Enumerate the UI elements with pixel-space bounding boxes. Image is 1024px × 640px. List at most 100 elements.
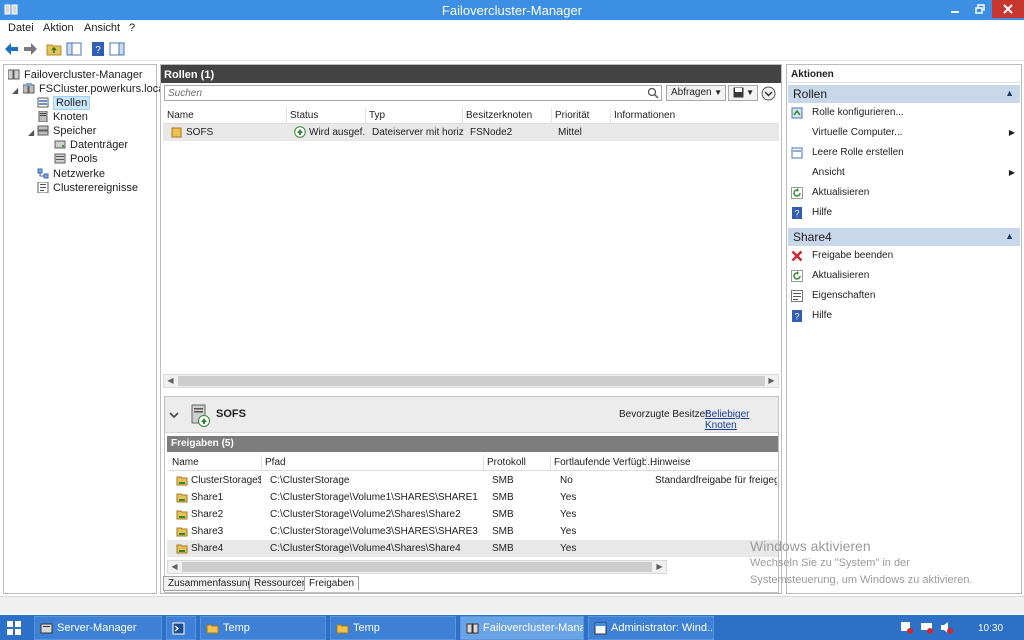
shares-horizontal-scrollbar[interactable]: ◀ ▶ <box>167 560 667 574</box>
taskbar-clock[interactable]: 10:30 <box>978 623 1003 634</box>
collapse-up-icon[interactable]: ▲ <box>1005 88 1014 98</box>
action-virtual-machines[interactable]: Virtuelle Computer... ▶ <box>791 125 1019 143</box>
action-configure-role[interactable]: Rolle konfigurieren... <box>791 105 1019 123</box>
preferred-owners-link[interactable]: Beliebiger Knoten <box>705 409 778 431</box>
tree-item-pools[interactable]: Pools <box>54 152 98 166</box>
share-column-ca[interactable]: Fortlaufende Verfügb... <box>554 457 656 468</box>
table-row[interactable]: Share3 C:\ClusterStorage\Volume3\SHARES\… <box>167 523 778 540</box>
collapse-expand-icon[interactable] <box>761 86 776 101</box>
column-name[interactable]: Name <box>167 110 194 121</box>
share-column-path[interactable]: Pfad <box>265 457 286 468</box>
column-info[interactable]: Informationen <box>614 110 675 121</box>
save-query-button[interactable]: ▼ <box>728 85 758 101</box>
action-refresh[interactable]: Aktualisieren <box>791 185 1019 203</box>
tab-resources[interactable]: Ressourcen <box>249 576 313 591</box>
scroll-left-icon[interactable]: ◀ <box>164 375 177 387</box>
tree-root[interactable]: Failovercluster-Manager <box>8 68 143 82</box>
taskbar-temp-2[interactable]: Temp <box>330 616 456 640</box>
action-help-share[interactable]: ? Hilfe <box>791 308 1019 326</box>
menu-aktion[interactable]: Aktion <box>43 22 74 34</box>
share-column-notes[interactable]: Hinweise <box>650 457 691 468</box>
actions-section-share4[interactable]: Share4 ▲ <box>788 228 1020 246</box>
tab-shares[interactable]: Freigaben <box>304 576 360 591</box>
network-tray-icon[interactable] <box>920 621 933 634</box>
share-name: Share4 <box>191 543 224 554</box>
action-stop-share[interactable]: Freigabe beenden <box>791 248 1019 266</box>
scroll-right-icon[interactable]: ▶ <box>653 561 666 573</box>
table-row[interactable]: ClusterStorage$ C:\ClusterStorage SMB No… <box>167 472 778 489</box>
table-row[interactable]: Share2 C:\ClusterStorage\Volume2\Shares\… <box>167 506 778 523</box>
table-row[interactable]: Share4 C:\ClusterStorage\Volume4\Shares\… <box>167 540 778 557</box>
taskbar-administrator-window[interactable]: Administrator: Wind... <box>588 616 714 640</box>
role-status: Wird ausgef... <box>309 127 365 138</box>
search-icon[interactable] <box>647 87 659 99</box>
scroll-right-icon[interactable]: ▶ <box>765 375 778 387</box>
expander-storage[interactable]: ◢ <box>28 128 34 137</box>
table-row[interactable]: SOFS Wird ausgef... Dateiserver mit hori… <box>163 124 779 141</box>
action-create-empty-role[interactable]: Leere Rolle erstellen <box>791 145 1019 163</box>
action-view[interactable]: Ansicht ▶ <box>791 165 1019 183</box>
action-help[interactable]: ? Hilfe <box>791 205 1019 223</box>
tree-cluster[interactable]: FSCluster.powerkurs.local <box>23 82 167 96</box>
taskbar-failover-cluster-manager[interactable]: Failovercluster-Mana... <box>460 616 584 640</box>
detail-title: SOFS <box>216 408 246 420</box>
share-protocol: SMB <box>492 509 514 520</box>
windows-start-icon[interactable] <box>6 620 22 636</box>
folder-up-icon[interactable] <box>46 41 62 57</box>
restore-button[interactable] <box>967 0 992 18</box>
title-bar: Failovercluster-Manager <box>0 0 1024 20</box>
column-priority[interactable]: Priorität <box>555 110 589 121</box>
scroll-thumb[interactable] <box>182 562 652 572</box>
file-server-role-icon <box>191 404 210 427</box>
scroll-thumb[interactable] <box>178 376 765 386</box>
action-center-warning-icon[interactable] <box>900 621 913 634</box>
refresh-icon <box>791 187 803 199</box>
column-owner[interactable]: Besitzerknoten <box>466 110 532 121</box>
collapse-up-icon[interactable]: ▲ <box>1005 231 1014 241</box>
tree-item-roles[interactable]: Rollen <box>37 96 91 110</box>
action-refresh-share[interactable]: Aktualisieren <box>791 268 1019 286</box>
taskbar-server-manager[interactable]: Server-Manager <box>34 616 162 640</box>
share-column-protocol[interactable]: Protokoll <box>487 457 526 468</box>
taskbar-powershell[interactable] <box>166 616 196 640</box>
actions-pane: Aktionen Rollen ▲ Rolle konfigurieren...… <box>786 64 1022 594</box>
properties-icon <box>791 290 803 302</box>
chevron-down-icon: ▼ <box>746 88 754 97</box>
minimize-button[interactable] <box>942 0 967 18</box>
collapse-detail-icon[interactable] <box>169 410 179 420</box>
share-ca: Yes <box>560 543 577 554</box>
back-arrow-icon[interactable] <box>4 41 20 57</box>
tree-item-networks[interactable]: Netzwerke <box>37 167 105 181</box>
query-button[interactable]: Abfragen ▼ <box>666 85 726 101</box>
tree-item-disks[interactable]: Datenträger <box>54 138 128 152</box>
column-type[interactable]: Typ <box>369 110 385 121</box>
menu-datei[interactable]: Datei <box>8 22 34 34</box>
close-button[interactable] <box>992 0 1024 18</box>
cluster-icon <box>23 83 35 94</box>
menu-help[interactable]: ? <box>129 22 135 34</box>
close-icon <box>1003 4 1013 14</box>
tree-item-events[interactable]: Clusterereignisse <box>37 181 138 195</box>
column-status[interactable]: Status <box>290 110 318 121</box>
tree-item-storage[interactable]: Speicher <box>37 124 96 138</box>
tab-summary[interactable]: Zusammenfassung <box>163 576 259 591</box>
scroll-left-icon[interactable]: ◀ <box>168 561 181 573</box>
roles-pane: Rollen (1) Suchen Abfragen ▼ ▼ Name Stat… <box>160 64 782 594</box>
share-path: C:\ClusterStorage\Volume4\Shares\Share4 <box>270 543 461 554</box>
menu-ansicht[interactable]: Ansicht <box>84 22 120 34</box>
share-column-name[interactable]: Name <box>172 457 199 468</box>
show-hide-action-pane-icon[interactable] <box>109 41 125 57</box>
share-ca: No <box>560 475 573 486</box>
show-hide-tree-icon[interactable] <box>66 41 82 57</box>
actions-section-roles[interactable]: Rollen ▲ <box>788 85 1020 103</box>
volume-tray-icon[interactable] <box>940 621 953 634</box>
expander-cluster[interactable]: ◢ <box>12 86 18 95</box>
action-properties[interactable]: Eigenschaften <box>791 288 1019 306</box>
search-input[interactable]: Suchen <box>164 85 662 101</box>
forward-arrow-icon[interactable] <box>22 41 38 57</box>
help-icon[interactable]: ? <box>90 41 106 57</box>
table-row[interactable]: Share1 C:\ClusterStorage\Volume1\SHARES\… <box>167 489 778 506</box>
taskbar-temp-1[interactable]: Temp <box>200 616 326 640</box>
tree-item-nodes[interactable]: Knoten <box>37 110 88 124</box>
roles-horizontal-scrollbar[interactable]: ◀ ▶ <box>163 374 779 388</box>
